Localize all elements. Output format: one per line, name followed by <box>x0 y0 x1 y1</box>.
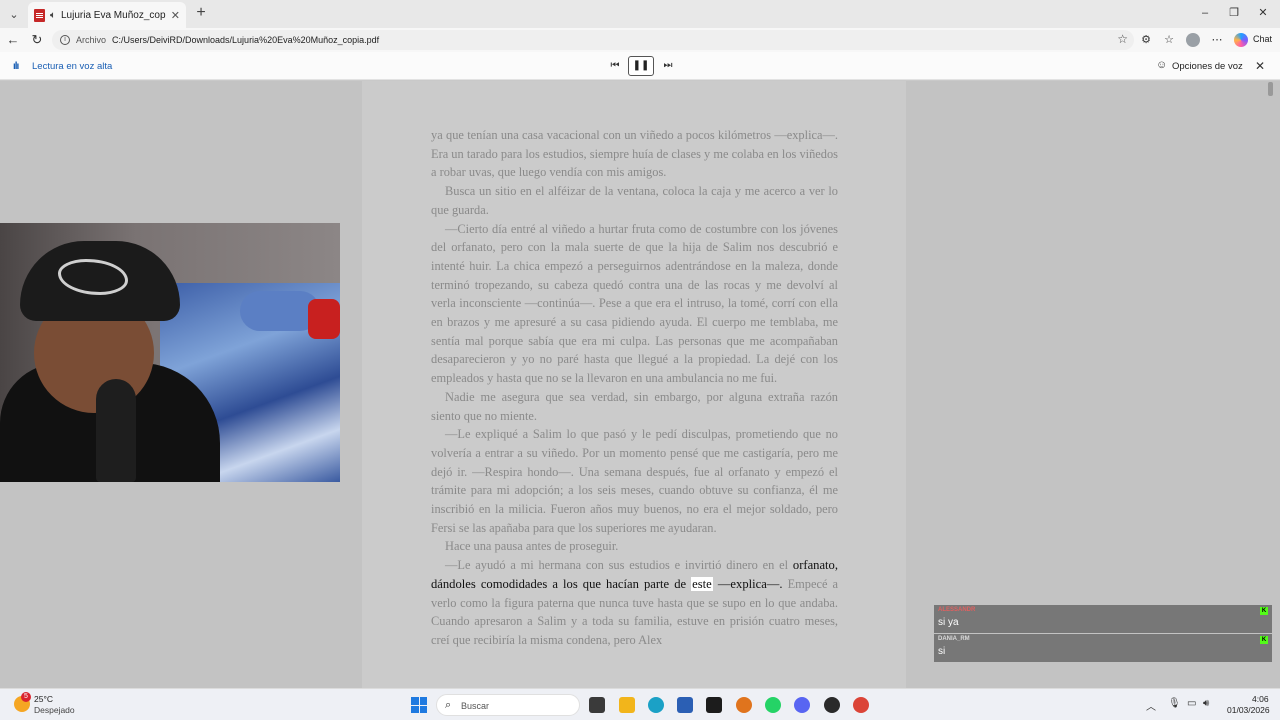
tray-chevron-icon[interactable]: ︿ <box>1146 698 1156 713</box>
read-aloud-icon: ılı <box>13 61 19 72</box>
volume-icon[interactable]: 🔊︎ <box>1203 698 1209 709</box>
current-word-highlight: este <box>691 576 713 591</box>
address-bar[interactable]: i Archivo C:/Users/DeiviRD/Downloads/Luj… <box>52 30 1134 50</box>
current-sentence-end: —explica—. <box>712 576 783 591</box>
obs-icon[interactable] <box>824 697 840 713</box>
new-tab-button[interactable]: + <box>192 4 210 22</box>
microphone-icon[interactable]: 🎙︎ <box>1168 698 1181 709</box>
chat-message: DANIA_RM si K <box>934 634 1272 662</box>
tab-actions-menu-icon[interactable]: ⌄ <box>4 4 24 24</box>
chat-username: ALESSANDR <box>938 607 976 613</box>
tab-strip: ⌄ 🔈︎ Lujuria Eva Muñoz_copia.pdf ✕ + – ❐… <box>0 0 1280 28</box>
tab-close-icon[interactable]: ✕ <box>171 9 180 22</box>
paragraph: Hace una pausa antes de proseguir. <box>445 539 619 554</box>
address-url[interactable]: C:/Users/DeiviRD/Downloads/Lujuria%20Eva… <box>112 35 379 45</box>
speaker-icon[interactable]: 🔈︎ <box>50 10 56 21</box>
kick-badge-icon: K <box>1260 607 1268 615</box>
paragraph: —Le ayudó a mi hermana con sus estudios … <box>431 556 838 650</box>
pause-button[interactable]: ❚❚ <box>628 56 654 76</box>
kick-badge-icon: K <box>1260 636 1268 644</box>
refresh-icon[interactable]: ↻ <box>28 31 46 49</box>
taskbar: 5 25°C Despejado ⌕ Buscar ︿ 🎙︎ ▭ 🔊︎ 4:06… <box>0 688 1280 720</box>
clock-date[interactable]: 01/03/2026 <box>1227 705 1270 715</box>
phone-link-icon[interactable]: ▭ <box>1187 698 1196 709</box>
chat-username: DANIA_RM <box>938 636 970 642</box>
read-aloud-bar: ılı Lectura en voz alta ⏮︎ ❚❚ ⏭︎ ☺ Opcio… <box>0 52 1280 80</box>
chat-message: ALESSANDR si ya K <box>934 605 1272 633</box>
page-text: ya que tenían una casa vacacional con un… <box>431 126 838 650</box>
back-icon[interactable]: ← <box>4 31 22 49</box>
chat-text: si ya <box>938 617 959 628</box>
chat-text: si <box>938 646 946 657</box>
whatsapp-icon[interactable] <box>765 697 781 713</box>
favorites-icon[interactable]: ☆ <box>1161 32 1177 48</box>
paragraph-start: —Le ayudó a mi hermana con sus estudios … <box>445 558 789 573</box>
pdf-icon <box>34 8 45 22</box>
task-view-icon[interactable] <box>589 697 605 713</box>
windows-start-icon[interactable] <box>411 697 427 713</box>
copilot-icon[interactable] <box>1234 33 1248 47</box>
search-placeholder: Buscar <box>461 701 490 711</box>
store-icon[interactable] <box>677 697 693 713</box>
paragraph: Busca un sitio en el alféizar de la vent… <box>431 184 838 217</box>
scrollbar-thumb[interactable] <box>1268 82 1273 96</box>
next-icon[interactable]: ⏭︎ <box>660 58 676 74</box>
restore-icon[interactable]: ❐ <box>1223 4 1245 22</box>
capcut-icon[interactable] <box>706 697 722 713</box>
close-icon[interactable]: ✕ <box>1255 59 1265 73</box>
paragraph: Nadie me asegura que sea verdad, sin emb… <box>431 389 838 423</box>
paragraph: —Le expliqué a Salim lo que pasó y le pe… <box>431 427 838 535</box>
more-icon[interactable]: ⋯ <box>1209 32 1225 48</box>
discord-icon[interactable] <box>794 697 810 713</box>
paragraph: —Cierto día entré al viñedo a hurtar fru… <box>431 221 838 386</box>
window-close-icon[interactable]: ✕ <box>1252 4 1274 22</box>
profile-avatar[interactable] <box>1186 33 1200 47</box>
paragraph: ya que tenían una casa vacacional con un… <box>431 128 838 180</box>
weather-condition[interactable]: Despejado <box>34 705 75 715</box>
file-explorer-icon[interactable] <box>619 697 635 713</box>
tab-title: Lujuria Eva Muñoz_copia.pdf <box>61 9 166 21</box>
browser-toolbar: ← ↻ i Archivo C:/Users/DeiviRD/Downloads… <box>0 28 1280 52</box>
clock-time[interactable]: 4:06 <box>1252 694 1269 704</box>
edge-icon[interactable] <box>648 697 664 713</box>
star-icon[interactable]: ☆ <box>1117 32 1128 46</box>
weather-badge: 5 <box>21 692 31 702</box>
app-icon[interactable] <box>736 697 752 713</box>
tab-pdf[interactable]: 🔈︎ Lujuria Eva Muñoz_copia.pdf ✕ <box>28 2 186 28</box>
voice-options-button[interactable]: Opciones de voz <box>1172 61 1243 72</box>
read-aloud-label: Lectura en voz alta <box>32 61 113 72</box>
info-icon[interactable]: i <box>60 35 70 45</box>
chrome-icon[interactable] <box>853 697 869 713</box>
extensions-icon[interactable]: ⚙ <box>1138 32 1154 48</box>
taskbar-search[interactable]: ⌕ Buscar <box>436 694 580 716</box>
webcam-overlay <box>0 223 340 482</box>
weather-temp[interactable]: 25°C <box>34 694 53 704</box>
address-scheme-label: Archivo <box>76 35 107 45</box>
minimize-icon[interactable]: – <box>1194 4 1216 22</box>
search-icon: ⌕ <box>445 699 452 711</box>
previous-icon[interactable]: ⏮︎ <box>607 58 623 74</box>
chat-label[interactable]: Chat <box>1253 34 1272 44</box>
voice-options-icon[interactable]: ☺ <box>1156 59 1167 71</box>
